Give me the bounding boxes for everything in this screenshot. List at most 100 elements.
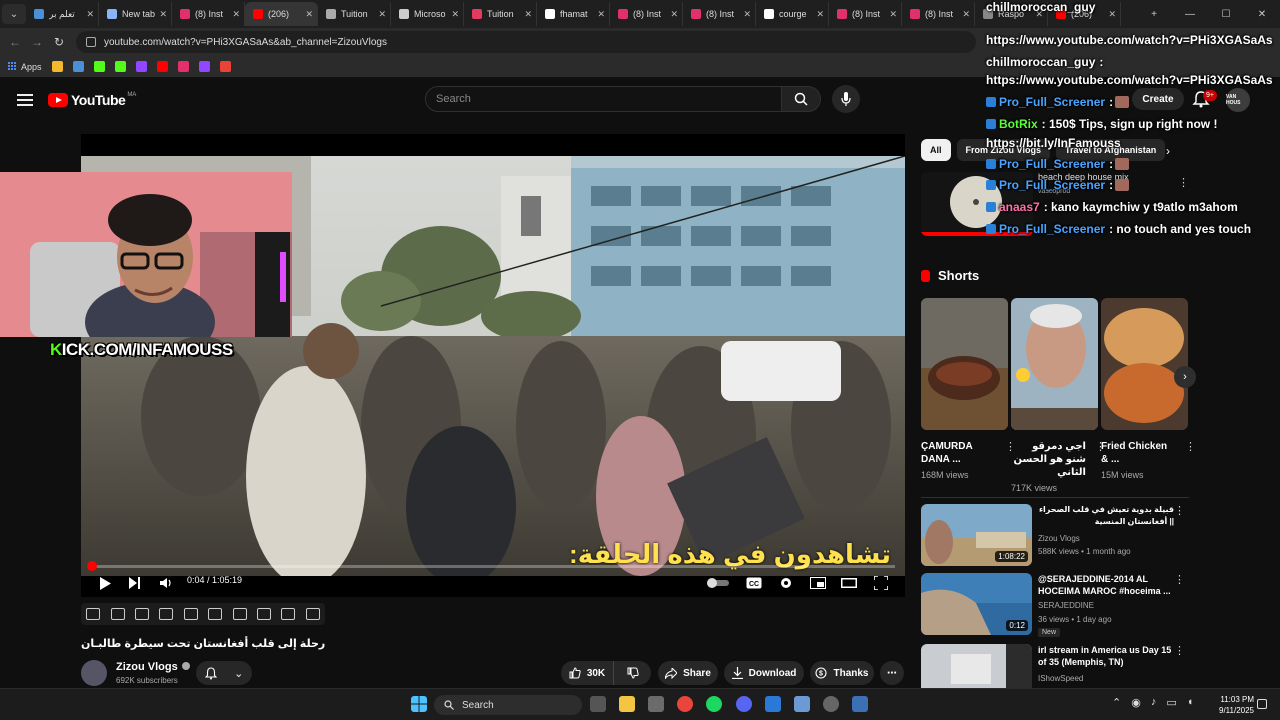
tab-close-icon[interactable]: ✕: [889, 9, 897, 20]
more-icon[interactable]: ⋮: [1185, 440, 1196, 453]
back-icon[interactable]: ←: [4, 35, 26, 49]
tab-close-icon[interactable]: ✕: [305, 9, 313, 20]
browser-tab[interactable]: fhamat ✕: [537, 2, 610, 26]
channel-avatar[interactable]: [81, 660, 107, 686]
speed-icon[interactable]: [232, 608, 247, 620]
menu-icon[interactable]: [17, 94, 33, 106]
volume-icon[interactable]: ◖: [1187, 696, 1194, 709]
browser-tab[interactable]: Tuition ✕: [464, 2, 537, 26]
reload-icon[interactable]: ↻: [48, 35, 70, 49]
voice-search-button[interactable]: [832, 85, 860, 113]
browser-tab[interactable]: تعلم بر ✕: [26, 2, 99, 26]
tab-search-icon[interactable]: ⌄: [2, 4, 26, 24]
add-icon[interactable]: [256, 608, 271, 620]
like-button[interactable]: 30K: [561, 661, 613, 685]
filmstrip-icon[interactable]: [208, 608, 223, 620]
search-input[interactable]: Search: [425, 86, 782, 112]
shorts-next-button[interactable]: ›: [1174, 366, 1196, 388]
bookmark-icon[interactable]: [114, 61, 126, 72]
store-icon[interactable]: [648, 696, 664, 712]
chat-username[interactable]: Pro_Full_Screener: [999, 178, 1105, 192]
browser-tab[interactable]: (8) Inst ✕: [172, 2, 245, 26]
more-icon[interactable]: ⋮: [1174, 504, 1185, 517]
subscription-bell-button[interactable]: ⌄: [196, 661, 252, 685]
theater-mode-button[interactable]: [838, 572, 860, 594]
notification-center-icon[interactable]: [1257, 699, 1267, 709]
obs-icon[interactable]: [823, 696, 839, 712]
search-button[interactable]: [781, 86, 821, 112]
short-card[interactable]: اجي دمرقو شنو هو الحسن الثاني 717K views…: [1011, 298, 1106, 493]
camera-icon[interactable]: [281, 608, 296, 620]
bookmark-icon[interactable]: [156, 61, 168, 72]
browser-tab[interactable]: (8) Inst ✕: [829, 2, 902, 26]
miniplayer-button[interactable]: [807, 572, 829, 594]
tab-close-icon[interactable]: ✕: [232, 9, 240, 20]
recommended-video[interactable]: irl stream in America us Day 15 of 35 (M…: [921, 644, 1189, 688]
dislike-button[interactable]: [613, 661, 651, 685]
bookmark-icon[interactable]: [219, 61, 231, 72]
tab-close-icon[interactable]: ✕: [524, 9, 532, 20]
tab-close-icon[interactable]: ✕: [159, 9, 167, 20]
bookmark-icon[interactable]: [177, 61, 189, 72]
progress-bar[interactable]: [86, 561, 895, 571]
browser-tab[interactable]: (8) Inst ✕: [902, 2, 975, 26]
audio-icon[interactable]: [110, 608, 125, 620]
volume-button[interactable]: [156, 572, 176, 594]
share-button[interactable]: Share: [658, 661, 718, 685]
tab-close-icon[interactable]: ✕: [743, 9, 751, 20]
autoplay-toggle[interactable]: [706, 572, 730, 594]
more-actions-button[interactable]: ⋯: [880, 661, 904, 685]
bookmark-icon[interactable]: [135, 61, 147, 72]
tab-close-icon[interactable]: ✕: [962, 9, 970, 20]
site-info-icon[interactable]: [86, 37, 96, 47]
notepad-icon[interactable]: [765, 696, 781, 712]
browser-tab[interactable]: (8) Inst ✕: [683, 2, 756, 26]
youtube-logo[interactable]: YouTube MA: [48, 92, 136, 108]
cinema-icon[interactable]: [183, 608, 198, 620]
chat-username[interactable]: BotRix: [999, 117, 1038, 131]
bookmark-icon[interactable]: [198, 61, 210, 72]
chat-username[interactable]: anaas7: [999, 200, 1040, 214]
browser-tab[interactable]: (8) Inst ✕: [610, 2, 683, 26]
screenshot-icon[interactable]: [134, 608, 149, 620]
browser-tab[interactable]: Tuition ✕: [318, 2, 391, 26]
chat-username[interactable]: Pro_Full_Screener: [999, 222, 1105, 236]
gear-icon[interactable]: [305, 608, 320, 620]
short-card[interactable]: Fried Chicken & ... 15M views ⋮: [1101, 298, 1196, 480]
subtitles-button[interactable]: CC: [743, 572, 765, 594]
play-button[interactable]: [95, 572, 115, 594]
browser-tab[interactable]: Microso ✕: [391, 2, 464, 26]
chat-username[interactable]: chillmoroccan_guy: [986, 0, 1095, 14]
tab-close-icon[interactable]: ✕: [86, 9, 94, 20]
tab-close-icon[interactable]: ✕: [451, 9, 459, 20]
browser-tab[interactable]: New tab ✕: [99, 2, 172, 26]
network-icon[interactable]: ◉: [1131, 696, 1141, 709]
address-bar[interactable]: youtube.com/watch?v=PHi3XGASaAs&ab_chann…: [76, 31, 976, 53]
microphone-icon[interactable]: ♪: [1151, 696, 1157, 709]
tab-close-icon[interactable]: ✕: [670, 9, 678, 20]
bookmark-apps[interactable]: Apps: [8, 62, 42, 72]
recommended-video[interactable]: 0:12 @SERAJEDDINE-2014 AL HOCEIMA MAROC …: [921, 573, 1189, 637]
calculator-icon[interactable]: [852, 696, 868, 712]
chat-username[interactable]: Pro_Full_Screener: [999, 95, 1105, 109]
chat-username[interactable]: Pro_Full_Screener: [999, 157, 1105, 171]
clip-icon[interactable]: [159, 608, 174, 620]
app-icon[interactable]: [794, 696, 810, 712]
forward-icon[interactable]: →: [26, 35, 48, 49]
more-icon[interactable]: ⋮: [1174, 573, 1185, 586]
bookmark-icon[interactable]: [93, 61, 105, 72]
tab-close-icon[interactable]: ✕: [378, 9, 386, 20]
tab-close-icon[interactable]: ✕: [597, 9, 605, 20]
next-button[interactable]: [125, 572, 145, 594]
spotify-icon[interactable]: [706, 696, 722, 712]
recommended-video[interactable]: 1:08:22 قبيلة بدوية تعيش في قلب الصحراء …: [921, 504, 1189, 566]
loop-icon[interactable]: [86, 608, 101, 620]
download-button[interactable]: Download: [724, 661, 804, 685]
file-explorer-icon[interactable]: [619, 696, 635, 712]
progress-scrubber[interactable]: [86, 561, 97, 571]
more-icon[interactable]: ⋮: [1174, 644, 1185, 657]
browser-tab[interactable]: courge ✕: [756, 2, 829, 26]
task-view-icon[interactable]: [590, 696, 606, 712]
chrome-icon[interactable]: [677, 696, 693, 712]
windows-start-icon[interactable]: [411, 696, 427, 712]
